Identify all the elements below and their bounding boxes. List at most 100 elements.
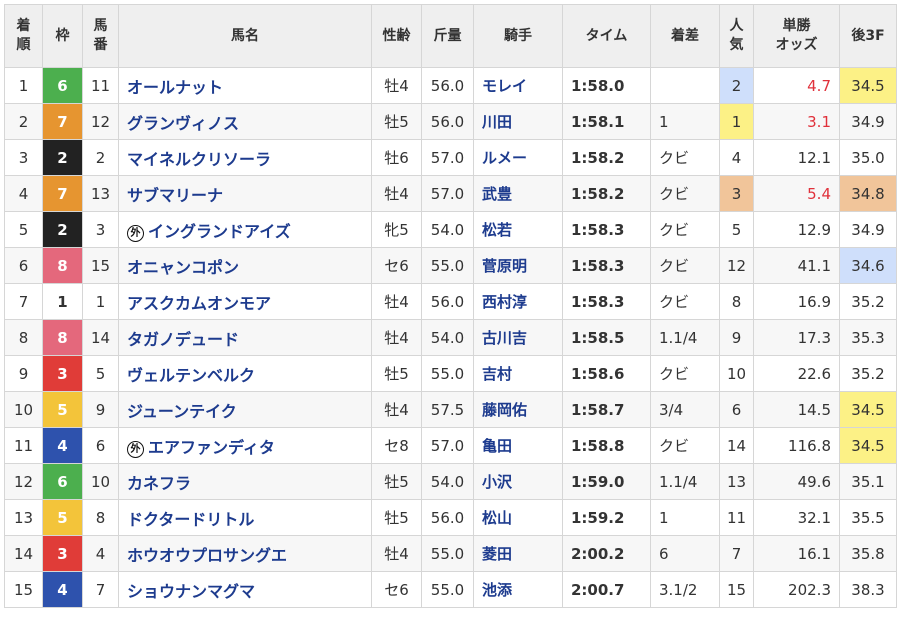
odds-cell: 12.1 xyxy=(753,139,840,176)
sex-age-cell: 牡4 xyxy=(371,535,422,572)
waku-badge: 3 xyxy=(42,355,83,392)
header-horse-name[interactable]: 馬名 xyxy=(118,4,372,68)
odds-cell: 32.1 xyxy=(753,499,840,536)
horse-name-link[interactable]: 外イングランドアイズ xyxy=(118,211,372,248)
sex-age-cell: 牡4 xyxy=(371,391,422,428)
weight-cell: 55.0 xyxy=(421,535,474,572)
waku-badge: 8 xyxy=(42,319,83,356)
time-cell: 1:58.0 xyxy=(562,67,651,104)
horse-name-label: アスクカムオンモア xyxy=(127,293,272,313)
horse-name-link[interactable]: マイネルクリソーラ xyxy=(118,139,372,176)
horse-name-link[interactable]: オールナット xyxy=(118,67,372,104)
sex-age-cell: 牝5 xyxy=(371,211,422,248)
margin-cell: クビ xyxy=(650,247,720,284)
horse-name-link[interactable]: ジューンテイク xyxy=(118,391,372,428)
jockey-link[interactable]: モレイ xyxy=(473,67,563,104)
time-cell: 2:00.7 xyxy=(562,571,651,608)
horse-name-link[interactable]: タガノデュード xyxy=(118,319,372,356)
margin-cell: 6 xyxy=(650,535,720,572)
horse-number-cell: 1 xyxy=(82,283,119,320)
horse-name-link[interactable]: グランヴィノス xyxy=(118,103,372,140)
jockey-link[interactable]: 西村淳 xyxy=(473,283,563,320)
jockey-link[interactable]: 松若 xyxy=(473,211,563,248)
sex-age-cell: セ6 xyxy=(371,247,422,284)
last-3f-cell: 35.1 xyxy=(839,463,897,500)
table-row: 13 5 8 ドクタードリトル 牡5 56.0 松山 1:59.2 1 11 32.1 35.5 xyxy=(4,499,897,536)
header-popularity[interactable]: 人気 xyxy=(719,4,754,68)
odds-cell: 49.6 xyxy=(753,463,840,500)
odds-cell: 17.3 xyxy=(753,319,840,356)
table-row: 14 3 4 ホウオウプロサングエ 牡4 55.0 菱田 2:00.2 6 7 16.1 35.8 xyxy=(4,535,897,572)
weight-cell: 57.5 xyxy=(421,391,474,428)
horse-name-link[interactable]: ホウオウプロサングエ xyxy=(118,535,372,572)
header-time[interactable]: タイム xyxy=(562,4,651,68)
horse-name-link[interactable]: ショウナンマグマ xyxy=(118,571,372,608)
horse-name-label: カネフラ xyxy=(127,473,192,493)
horse-number-cell: 3 xyxy=(82,211,119,248)
horse-number-cell: 14 xyxy=(82,319,119,356)
waku-badge: 1 xyxy=(42,283,83,320)
jockey-link[interactable]: 菅原明 xyxy=(473,247,563,284)
header-rank[interactable]: 着順 xyxy=(4,4,43,68)
table-row: 7 1 1 アスクカムオンモア 牡4 56.0 西村淳 1:58.3 クビ 8 16.9 35.2 xyxy=(4,283,897,320)
horse-name-link[interactable]: オニャンコポン xyxy=(118,247,372,284)
jockey-link[interactable]: 小沢 xyxy=(473,463,563,500)
horse-name-label: イングランドアイズ xyxy=(148,221,291,241)
horse-name-label: タガノデュード xyxy=(127,329,240,349)
race-result-table: 着順 枠 馬番 馬名 性齢 斤量 騎手 タイム 着差 人気 単勝 オッズ 後3F … xyxy=(4,4,897,608)
header-waku[interactable]: 枠 xyxy=(42,4,83,68)
header-weight[interactable]: 斤量 xyxy=(421,4,474,68)
weight-cell: 57.0 xyxy=(421,427,474,464)
table-row: 4 7 13 サブマリーナ 牡4 57.0 武豊 1:58.2 クビ 3 5.4 34.8 xyxy=(4,175,897,212)
waku-badge: 4 xyxy=(42,571,83,608)
horse-name-label: ショウナンマグマ xyxy=(127,581,256,601)
last-3f-cell: 34.5 xyxy=(839,391,897,428)
header-last-3f[interactable]: 後3F xyxy=(839,4,897,68)
horse-name-link[interactable]: ドクタードリトル xyxy=(118,499,372,536)
last-3f-cell: 34.8 xyxy=(839,175,897,212)
popularity-cell: 14 xyxy=(719,427,754,464)
margin-cell: 1.1/4 xyxy=(650,463,720,500)
header-sex-age[interactable]: 性齢 xyxy=(371,4,422,68)
last-3f-cell: 38.3 xyxy=(839,571,897,608)
jockey-link[interactable]: 亀田 xyxy=(473,427,563,464)
rank-cell: 1 xyxy=(4,67,43,104)
jockey-link[interactable]: ルメー xyxy=(473,139,563,176)
jockey-link[interactable]: 池添 xyxy=(473,571,563,608)
popularity-cell: 10 xyxy=(719,355,754,392)
header-odds[interactable]: 単勝 オッズ xyxy=(753,4,840,68)
jockey-link[interactable]: 武豊 xyxy=(473,175,563,212)
horse-name-link[interactable]: ヴェルテンベルク xyxy=(118,355,372,392)
jockey-link[interactable]: 川田 xyxy=(473,103,563,140)
weight-cell: 56.0 xyxy=(421,499,474,536)
waku-badge: 6 xyxy=(42,67,83,104)
jockey-link[interactable]: 藤岡佑 xyxy=(473,391,563,428)
jockey-link[interactable]: 松山 xyxy=(473,499,563,536)
horse-name-link[interactable]: 外エアファンディタ xyxy=(118,427,372,464)
header-horse-number[interactable]: 馬番 xyxy=(82,4,119,68)
popularity-cell: 6 xyxy=(719,391,754,428)
waku-badge: 4 xyxy=(42,427,83,464)
header-jockey[interactable]: 騎手 xyxy=(473,4,563,68)
table-row: 10 5 9 ジューンテイク 牡4 57.5 藤岡佑 1:58.7 3/4 6 14.5 34.5 xyxy=(4,391,897,428)
sex-age-cell: 牡4 xyxy=(371,283,422,320)
header-margin[interactable]: 着差 xyxy=(650,4,720,68)
jockey-link[interactable]: 吉村 xyxy=(473,355,563,392)
rank-cell: 5 xyxy=(4,211,43,248)
horse-number-cell: 11 xyxy=(82,67,119,104)
horse-number-cell: 7 xyxy=(82,571,119,608)
odds-cell: 202.3 xyxy=(753,571,840,608)
last-3f-cell: 34.6 xyxy=(839,247,897,284)
rank-cell: 2 xyxy=(4,103,43,140)
horse-name-link[interactable]: カネフラ xyxy=(118,463,372,500)
horse-name-link[interactable]: アスクカムオンモア xyxy=(118,283,372,320)
popularity-cell: 12 xyxy=(719,247,754,284)
popularity-cell: 3 xyxy=(719,175,754,212)
horse-name-link[interactable]: サブマリーナ xyxy=(118,175,372,212)
horse-number-cell: 2 xyxy=(82,139,119,176)
sex-age-cell: 牡5 xyxy=(371,103,422,140)
rank-cell: 7 xyxy=(4,283,43,320)
margin-cell: 3/4 xyxy=(650,391,720,428)
jockey-link[interactable]: 菱田 xyxy=(473,535,563,572)
jockey-link[interactable]: 古川吉 xyxy=(473,319,563,356)
